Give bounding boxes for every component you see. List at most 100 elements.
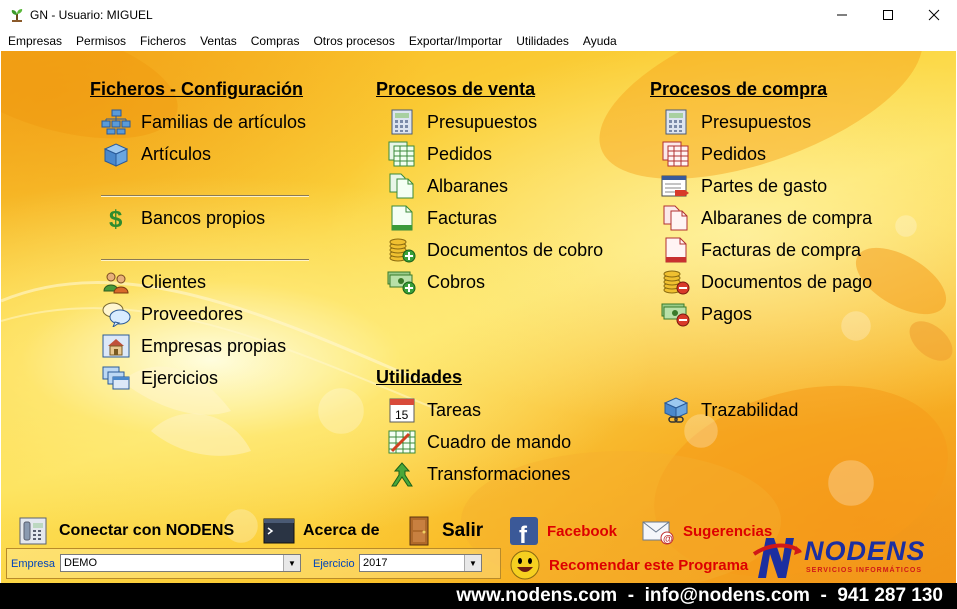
item-pagos[interactable]: Pagos: [661, 301, 752, 327]
svg-text:NODENS: NODENS: [804, 536, 926, 566]
item-label: Pagos: [701, 303, 753, 324]
item-compra-presupuestos[interactable]: Presupuestos: [661, 109, 811, 135]
maximize-button[interactable]: [865, 0, 911, 30]
item-trazabilidad[interactable]: Trazabilidad: [661, 397, 798, 423]
item-label: Artículos: [141, 143, 212, 164]
item-ejercicios[interactable]: Ejercicios: [101, 365, 218, 391]
item-tareas[interactable]: 15 Tareas: [387, 397, 481, 423]
acerca-label: Acerca de: [303, 522, 380, 539]
item-proveedores[interactable]: Proveedores: [101, 301, 243, 327]
facebook-link[interactable]: f Facebook: [509, 515, 617, 547]
building-icon: [102, 334, 130, 358]
item-label: Clientes: [141, 271, 207, 292]
invoice-red-icon: [665, 237, 687, 263]
hierarchy-icon: [101, 109, 131, 135]
email-icon: @: [642, 521, 674, 545]
menu-permisos[interactable]: Permisos: [69, 34, 133, 48]
item-venta-presupuestos[interactable]: Presupuestos: [387, 109, 537, 135]
menu-empresas[interactable]: Empresas: [0, 34, 69, 48]
close-icon: [928, 9, 940, 21]
box-icon: [103, 143, 129, 167]
spreadsheet-red-icon: [662, 141, 689, 167]
item-venta-pedidos[interactable]: Pedidos: [387, 141, 492, 167]
coins-add-icon: [389, 238, 416, 263]
item-label: Presupuestos: [701, 111, 812, 132]
item-cobros[interactable]: Cobros: [387, 269, 485, 295]
header-utilidades: Utilidades: [376, 367, 463, 387]
item-clientes[interactable]: Clientes: [101, 269, 206, 295]
menu-otros-procesos[interactable]: Otros procesos: [306, 34, 401, 48]
item-albaranes-compra[interactable]: Albaranes de compra: [661, 205, 872, 231]
documents-red-icon: [663, 205, 688, 231]
recomendar-link[interactable]: Recomendar este Programa: [509, 549, 748, 581]
ejercicio-label: Ejercicio: [313, 558, 355, 570]
svg-text:15: 15: [395, 408, 409, 422]
svg-text:$: $: [109, 206, 123, 231]
item-facturas-compra[interactable]: Facturas de compra: [661, 237, 861, 263]
recomendar-label: Recomendar este Programa: [549, 556, 749, 574]
title-bar: GN - Usuario: MIGUEL: [0, 0, 957, 30]
item-transformaciones[interactable]: Transformaciones: [387, 461, 570, 487]
conectar-label: Conectar con NODENS: [59, 522, 235, 539]
item-label: Documentos de cobro: [427, 239, 604, 260]
merge-arrows-icon: [391, 462, 413, 487]
ejercicio-select[interactable]: 2017 ▼: [359, 554, 482, 572]
item-label: Albaranes: [427, 175, 509, 196]
chevron-down-icon[interactable]: ▼: [283, 555, 300, 571]
item-documentos-pago[interactable]: Documentos de pago: [661, 269, 872, 295]
item-label: Cuadro de mando: [427, 431, 572, 452]
box-link-icon: [663, 397, 689, 423]
facebook-icon: f: [510, 517, 538, 547]
item-label: Facturas de compra: [701, 239, 862, 260]
calculator-icon: [665, 109, 687, 135]
header-procesos-venta: Procesos de venta: [376, 79, 536, 99]
item-label: Transformaciones: [427, 463, 571, 484]
item-label: Albaranes de compra: [701, 207, 873, 228]
item-label: Trazabilidad: [701, 399, 799, 420]
chat-bubbles-icon: [102, 302, 131, 327]
header-ficheros-configuracion: Ficheros - Configuración: [90, 79, 304, 99]
empresa-select[interactable]: DEMO ▼: [60, 554, 301, 572]
separator: [101, 195, 309, 197]
acerca-de-button[interactable]: Acerca de: [263, 515, 380, 547]
empresa-value: DEMO: [64, 557, 97, 569]
item-partes-gasto[interactable]: Partes de gasto: [661, 173, 827, 199]
item-venta-albaranes[interactable]: Albaranes: [387, 173, 508, 199]
item-label: Cobros: [427, 271, 486, 292]
chevron-down-icon[interactable]: ▼: [464, 555, 481, 571]
menu-compras[interactable]: Compras: [244, 34, 307, 48]
item-documentos-cobro[interactable]: Documentos de cobro: [387, 237, 603, 263]
item-venta-facturas[interactable]: Facturas: [387, 205, 497, 231]
menu-bar: Empresas Permisos Ficheros Ventas Compra…: [0, 30, 957, 51]
menu-utilidades[interactable]: Utilidades: [509, 34, 576, 48]
salir-button[interactable]: Salir: [404, 515, 483, 547]
minimize-button[interactable]: [819, 0, 865, 30]
empresa-ejercicio-panel: Empresa DEMO ▼ Ejercicio 2017 ▼: [6, 548, 501, 579]
item-compra-pedidos[interactable]: Pedidos: [661, 141, 766, 167]
separator: [101, 259, 309, 261]
dollar-icon: $: [109, 206, 123, 231]
item-cuadro-mando[interactable]: Cuadro de mando: [387, 429, 571, 455]
close-button[interactable]: [911, 0, 957, 30]
invoice-icon: [391, 205, 413, 231]
svg-text:@: @: [663, 534, 673, 545]
menu-exportar-importar[interactable]: Exportar/Importar: [402, 34, 509, 48]
item-familias-articulos[interactable]: Familias de artículos: [101, 109, 306, 135]
item-empresas-propias[interactable]: Empresas propias: [101, 333, 286, 359]
item-label: Tareas: [427, 399, 482, 420]
nodens-logo: NODENS SERVICIOS INFORMÁTICOS: [752, 536, 926, 578]
menu-ficheros[interactable]: Ficheros: [133, 34, 193, 48]
item-bancos-propios[interactable]: $ Bancos propios: [101, 205, 265, 231]
facebook-label: Facebook: [547, 522, 618, 540]
minimize-icon: [837, 14, 847, 16]
smiley-icon: [510, 550, 540, 580]
salir-label: Salir: [442, 520, 484, 541]
main-background: Ficheros - Configuración Procesos de ven…: [1, 51, 956, 583]
conectar-nodens-button[interactable]: Conectar con NODENS: [17, 515, 234, 547]
calculator-icon: [391, 109, 413, 135]
money-add-icon: [387, 271, 416, 295]
expense-report-icon: [661, 175, 689, 197]
menu-ayuda[interactable]: Ayuda: [576, 34, 624, 48]
item-articulos[interactable]: Artículos: [101, 141, 211, 167]
menu-ventas[interactable]: Ventas: [193, 34, 244, 48]
